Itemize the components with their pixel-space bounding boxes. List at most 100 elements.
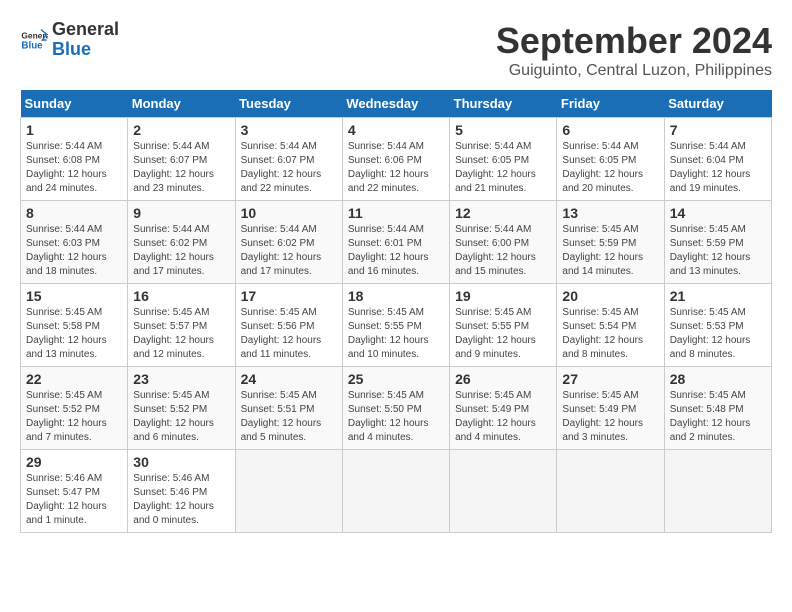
logo: General Blue General Blue	[20, 20, 119, 60]
calendar-cell: 25Sunrise: 5:45 AM Sunset: 5:50 PM Dayli…	[342, 367, 449, 450]
day-number: 24	[241, 371, 337, 387]
calendar-week-4: 22Sunrise: 5:45 AM Sunset: 5:52 PM Dayli…	[21, 367, 772, 450]
calendar-cell: 5Sunrise: 5:44 AM Sunset: 6:05 PM Daylig…	[450, 118, 557, 201]
calendar-cell: 6 Sunrise: 5:44 AM Sunset: 6:05 PM Daylig…	[557, 118, 664, 201]
col-friday: Friday	[557, 90, 664, 118]
day-info: Sunrise: 5:45 AM Sunset: 5:58 PM Dayligh…	[26, 306, 122, 362]
day-number: 1	[26, 122, 122, 138]
day-info: Sunrise: 5:44 AM Sunset: 6:07 PM Dayligh…	[133, 140, 229, 196]
day-number: 15	[26, 288, 122, 304]
calendar-cell	[450, 450, 557, 533]
calendar-cell: 26 Sunrise: 5:45 AM Sunset: 5:49 PM Dayli…	[450, 367, 557, 450]
day-number: 16	[133, 288, 229, 304]
col-tuesday: Tuesday	[235, 90, 342, 118]
day-number: 29	[26, 454, 122, 470]
calendar-week-5: 29 Sunrise: 5:46 AM Sunset: 5:47 PM Dayli…	[21, 450, 772, 533]
calendar-cell: 19 Sunrise: 5:45 AM Sunset: 5:55 PM Dayli…	[450, 284, 557, 367]
day-number: 2	[133, 122, 229, 138]
day-info: Sunrise: 5:44 AM Sunset: 6:02 PM Dayligh…	[133, 223, 229, 279]
calendar-week-1: 1 Sunrise: 5:44 AM Sunset: 6:08 PM Daylig…	[21, 118, 772, 201]
calendar-cell: 17Sunrise: 5:45 AM Sunset: 5:56 PM Dayli…	[235, 284, 342, 367]
day-info: Sunrise: 5:44 AM Sunset: 6:08 PM Dayligh…	[26, 140, 122, 196]
calendar-cell: 1 Sunrise: 5:44 AM Sunset: 6:08 PM Daylig…	[21, 118, 128, 201]
day-number: 11	[348, 205, 444, 221]
calendar-cell: 28Sunrise: 5:45 AM Sunset: 5:48 PM Dayli…	[664, 367, 771, 450]
calendar-cell: 11 Sunrise: 5:44 AM Sunset: 6:01 PM Dayli…	[342, 201, 449, 284]
day-number: 5	[455, 122, 551, 138]
day-number: 20	[562, 288, 658, 304]
logo-blue-text: Blue	[52, 39, 91, 59]
calendar-cell: 8 Sunrise: 5:44 AM Sunset: 6:03 PM Daylig…	[21, 201, 128, 284]
calendar-week-3: 15 Sunrise: 5:45 AM Sunset: 5:58 PM Dayli…	[21, 284, 772, 367]
day-info: Sunrise: 5:44 AM Sunset: 6:07 PM Dayligh…	[241, 140, 337, 196]
calendar-cell: 30 Sunrise: 5:46 AM Sunset: 5:46 PM Dayli…	[128, 450, 235, 533]
day-number: 6	[562, 122, 658, 138]
day-info: Sunrise: 5:45 AM Sunset: 5:49 PM Dayligh…	[562, 389, 658, 445]
calendar-cell: 3 Sunrise: 5:44 AM Sunset: 6:07 PM Daylig…	[235, 118, 342, 201]
day-info: Sunrise: 5:44 AM Sunset: 6:03 PM Dayligh…	[26, 223, 122, 279]
page-header: General Blue General Blue September 2024…	[20, 20, 772, 80]
day-info: Sunrise: 5:45 AM Sunset: 5:55 PM Dayligh…	[455, 306, 551, 362]
day-info: Sunrise: 5:44 AM Sunset: 6:01 PM Dayligh…	[348, 223, 444, 279]
calendar-cell: 2 Sunrise: 5:44 AM Sunset: 6:07 PM Daylig…	[128, 118, 235, 201]
calendar-cell	[235, 450, 342, 533]
day-number: 30	[133, 454, 229, 470]
day-info: Sunrise: 5:45 AM Sunset: 5:54 PM Dayligh…	[562, 306, 658, 362]
day-number: 9	[133, 205, 229, 221]
day-info: Sunrise: 5:45 AM Sunset: 5:49 PM Dayligh…	[455, 389, 551, 445]
day-info: Sunrise: 5:44 AM Sunset: 6:06 PM Dayligh…	[348, 140, 444, 196]
calendar-cell: 7 Sunrise: 5:44 AM Sunset: 6:04 PM Daylig…	[664, 118, 771, 201]
location-subtitle: Guiguinto, Central Luzon, Philippines	[496, 62, 772, 80]
calendar-cell: 14 Sunrise: 5:45 AM Sunset: 5:59 PM Dayli…	[664, 201, 771, 284]
day-number: 23	[133, 371, 229, 387]
calendar-cell: 29 Sunrise: 5:46 AM Sunset: 5:47 PM Dayli…	[21, 450, 128, 533]
calendar-cell: 22Sunrise: 5:45 AM Sunset: 5:52 PM Dayli…	[21, 367, 128, 450]
day-number: 3	[241, 122, 337, 138]
day-number: 4	[348, 122, 444, 138]
day-info: Sunrise: 5:45 AM Sunset: 5:55 PM Dayligh…	[348, 306, 444, 362]
day-number: 28	[670, 371, 766, 387]
header-row: Sunday Monday Tuesday Wednesday Thursday…	[21, 90, 772, 118]
day-info: Sunrise: 5:44 AM Sunset: 6:05 PM Dayligh…	[562, 140, 658, 196]
calendar-cell: 9 Sunrise: 5:44 AM Sunset: 6:02 PM Daylig…	[128, 201, 235, 284]
day-info: Sunrise: 5:45 AM Sunset: 5:59 PM Dayligh…	[670, 223, 766, 279]
calendar-cell: 18Sunrise: 5:45 AM Sunset: 5:55 PM Dayli…	[342, 284, 449, 367]
calendar-cell: 20 Sunrise: 5:45 AM Sunset: 5:54 PM Dayli…	[557, 284, 664, 367]
day-number: 26	[455, 371, 551, 387]
calendar-cell: 4 Sunrise: 5:44 AM Sunset: 6:06 PM Daylig…	[342, 118, 449, 201]
day-number: 14	[670, 205, 766, 221]
day-number: 13	[562, 205, 658, 221]
logo-icon: General Blue	[20, 26, 48, 54]
day-number: 19	[455, 288, 551, 304]
day-info: Sunrise: 5:46 AM Sunset: 5:47 PM Dayligh…	[26, 472, 122, 528]
calendar-cell	[342, 450, 449, 533]
day-info: Sunrise: 5:44 AM Sunset: 6:04 PM Dayligh…	[670, 140, 766, 196]
day-info: Sunrise: 5:45 AM Sunset: 5:51 PM Dayligh…	[241, 389, 337, 445]
day-info: Sunrise: 5:45 AM Sunset: 5:59 PM Dayligh…	[562, 223, 658, 279]
day-info: Sunrise: 5:44 AM Sunset: 6:00 PM Dayligh…	[455, 223, 551, 279]
calendar-cell: 13 Sunrise: 5:45 AM Sunset: 5:59 PM Dayli…	[557, 201, 664, 284]
day-info: Sunrise: 5:46 AM Sunset: 5:46 PM Dayligh…	[133, 472, 229, 528]
day-number: 12	[455, 205, 551, 221]
calendar-cell: 27 Sunrise: 5:45 AM Sunset: 5:49 PM Dayli…	[557, 367, 664, 450]
day-number: 27	[562, 371, 658, 387]
calendar-cell: 15 Sunrise: 5:45 AM Sunset: 5:58 PM Dayli…	[21, 284, 128, 367]
day-number: 10	[241, 205, 337, 221]
calendar-cell: 10Sunrise: 5:44 AM Sunset: 6:02 PM Dayli…	[235, 201, 342, 284]
col-saturday: Saturday	[664, 90, 771, 118]
col-monday: Monday	[128, 90, 235, 118]
day-info: Sunrise: 5:45 AM Sunset: 5:52 PM Dayligh…	[133, 389, 229, 445]
day-number: 8	[26, 205, 122, 221]
day-number: 17	[241, 288, 337, 304]
calendar-cell: 12 Sunrise: 5:44 AM Sunset: 6:00 PM Dayli…	[450, 201, 557, 284]
day-number: 7	[670, 122, 766, 138]
month-year-title: September 2024	[496, 20, 772, 62]
day-number: 21	[670, 288, 766, 304]
calendar-cell: 23 Sunrise: 5:45 AM Sunset: 5:52 PM Dayli…	[128, 367, 235, 450]
calendar-cell: 21Sunrise: 5:45 AM Sunset: 5:53 PM Dayli…	[664, 284, 771, 367]
col-wednesday: Wednesday	[342, 90, 449, 118]
calendar-cell: 16Sunrise: 5:45 AM Sunset: 5:57 PM Dayli…	[128, 284, 235, 367]
title-section: September 2024 Guiguinto, Central Luzon,…	[496, 20, 772, 80]
calendar-week-2: 8 Sunrise: 5:44 AM Sunset: 6:03 PM Daylig…	[21, 201, 772, 284]
logo-text: General Blue	[52, 20, 119, 60]
